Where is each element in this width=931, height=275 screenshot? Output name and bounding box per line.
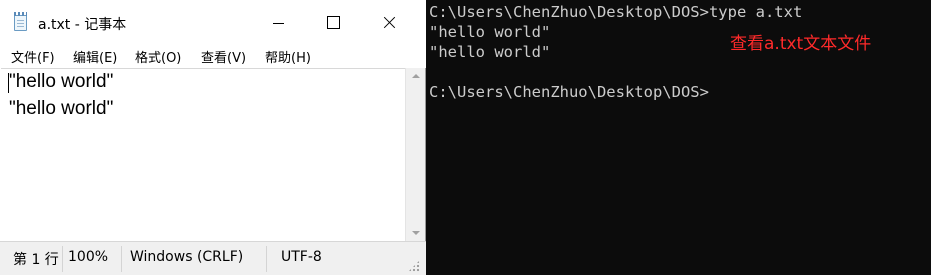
text-editor[interactable]: "hello world" "hello world" [1, 68, 405, 241]
line-ending: Windows (CRLF) [130, 249, 244, 265]
cursor-position: 第 1 行 [13, 252, 59, 268]
maximize-icon[interactable] [310, 0, 356, 44]
menu-edit[interactable]: 编辑(E) [73, 47, 117, 66]
minimize-icon[interactable] [256, 0, 302, 44]
scroll-up-icon[interactable] [412, 74, 420, 78]
zoom-level: 100% [68, 249, 109, 265]
window-title: a.txt - 记事本 [38, 17, 127, 33]
notepad-window: a.txt - 记事本 文件(F) 编辑(E) 格式(O) 查看(V) 帮助(H… [0, 0, 426, 275]
menu-help[interactable]: 帮助(H) [265, 47, 311, 66]
encoding: UTF-8 [281, 249, 322, 265]
editor-line[interactable]: "hello world" [9, 71, 113, 93]
menu-file[interactable]: 文件(F) [11, 47, 55, 66]
menu-bar: 文件(F) 编辑(E) 格式(O) 查看(V) 帮助(H) [0, 44, 426, 68]
status-divider [266, 246, 267, 272]
console-line: C:\Users\ChenZhuo\Desktop\DOS>type a.txt [429, 3, 803, 21]
close-icon[interactable] [366, 0, 412, 44]
resize-grip-icon[interactable] [408, 260, 420, 272]
vertical-scrollbar[interactable] [405, 68, 425, 241]
menu-view[interactable]: 查看(V) [201, 47, 246, 66]
menu-format[interactable]: 格式(O) [135, 47, 181, 66]
notepad-icon[interactable] [14, 12, 27, 31]
status-divider [62, 246, 63, 272]
status-bar: 第 1 行 100% Windows (CRLF) UTF-8 [0, 241, 426, 275]
console-line: "hello world" [429, 23, 551, 41]
editor-line[interactable]: "hello world" [9, 98, 113, 120]
console-prompt[interactable]: C:\Users\ChenZhuo\Desktop\DOS> [429, 82, 709, 102]
title-bar[interactable]: a.txt - 记事本 [0, 0, 426, 44]
console-window[interactable]: C:\Users\ChenZhuo\Desktop\DOS>type a.txt… [427, 0, 931, 275]
status-divider [121, 246, 122, 272]
console-line: "hello world" [429, 43, 551, 61]
annotation-label: 查看a.txt文本文件 [730, 34, 872, 54]
scroll-down-icon[interactable] [412, 231, 420, 235]
